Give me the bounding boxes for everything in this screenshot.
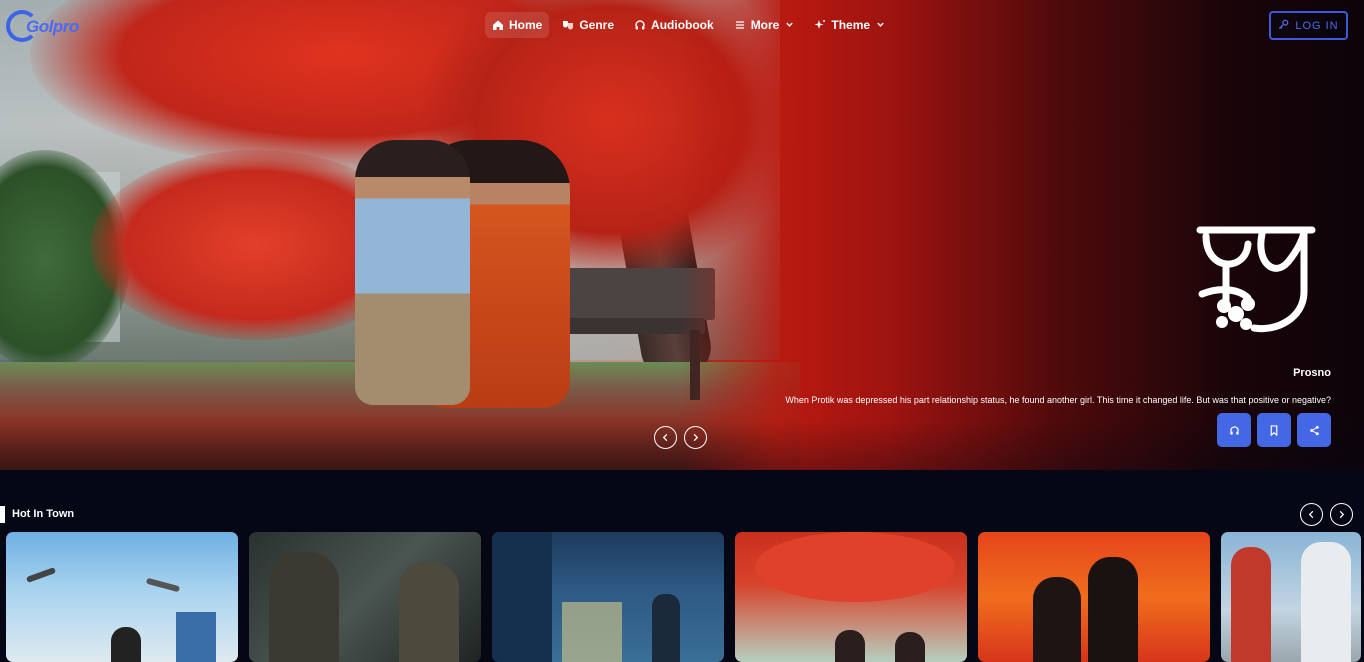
- hero-actions: [1217, 413, 1331, 447]
- section-carousel-nav: [1300, 503, 1353, 526]
- section-prev-button[interactable]: [1300, 503, 1323, 526]
- masks-icon: [562, 19, 574, 31]
- story-card[interactable]: [492, 532, 724, 662]
- section-next-button[interactable]: [1330, 503, 1353, 526]
- chevron-right-icon: [1339, 510, 1345, 519]
- hero-title: Prosno: [1293, 367, 1331, 379]
- story-card[interactable]: [249, 532, 481, 662]
- nav-item-label: Theme: [831, 18, 871, 32]
- key-icon: [1278, 19, 1289, 33]
- brand-logo[interactable]: Golpro: [6, 8, 96, 44]
- home-icon: [492, 19, 504, 31]
- bookmark-icon: [1270, 424, 1278, 436]
- nav-item-label: Genre: [579, 18, 615, 32]
- nav-item-more[interactable]: More: [727, 12, 802, 38]
- hero-title-art: [1196, 226, 1316, 333]
- hero-carousel-nav: [654, 426, 707, 449]
- chevron-down-icon: [876, 20, 885, 31]
- share-icon: [1309, 425, 1319, 435]
- hero-next-button[interactable]: [684, 426, 707, 449]
- story-card-list: [6, 532, 1361, 662]
- listen-button[interactable]: [1217, 413, 1251, 447]
- nav-item-home[interactable]: Home: [485, 12, 550, 38]
- story-card[interactable]: [978, 532, 1210, 662]
- story-card[interactable]: [1221, 532, 1361, 662]
- chevron-down-icon: [785, 20, 794, 31]
- login-label: LOG IN: [1295, 19, 1339, 32]
- login-button[interactable]: LOG IN: [1269, 11, 1348, 40]
- hero-figure-man: [355, 140, 470, 405]
- nav-item-theme[interactable]: Theme: [807, 12, 892, 38]
- share-button[interactable]: [1297, 413, 1331, 447]
- bookmark-button[interactable]: [1257, 413, 1291, 447]
- nav-item-genre[interactable]: Genre: [555, 12, 621, 38]
- nav-item-audiobook[interactable]: Audiobook: [627, 12, 721, 38]
- nav-item-label: Audiobook: [651, 18, 714, 32]
- menu-icon: [734, 19, 746, 31]
- headphones-icon: [1229, 425, 1239, 435]
- hero-prev-button[interactable]: [654, 426, 677, 449]
- nav-item-label: Home: [509, 18, 543, 32]
- hero-description: When Protik was depressed his part relat…: [785, 395, 1331, 405]
- hero-banner: Prosno When Protik was depressed his par…: [0, 0, 1364, 470]
- chevron-left-icon: [662, 433, 668, 442]
- section-accent-bar: [0, 506, 5, 523]
- nav-item-label: More: [750, 18, 780, 32]
- chevron-right-icon: [693, 433, 699, 442]
- story-card[interactable]: [735, 532, 967, 662]
- story-card[interactable]: [6, 532, 238, 662]
- headphones-icon: [634, 19, 646, 31]
- logo-text: Golpro: [26, 17, 79, 36]
- section-title: Hot In Town: [12, 508, 75, 520]
- sparkle-icon: [814, 19, 826, 31]
- chevron-left-icon: [1308, 510, 1314, 519]
- main-nav: Home Genre Audiobook More Theme: [485, 12, 892, 38]
